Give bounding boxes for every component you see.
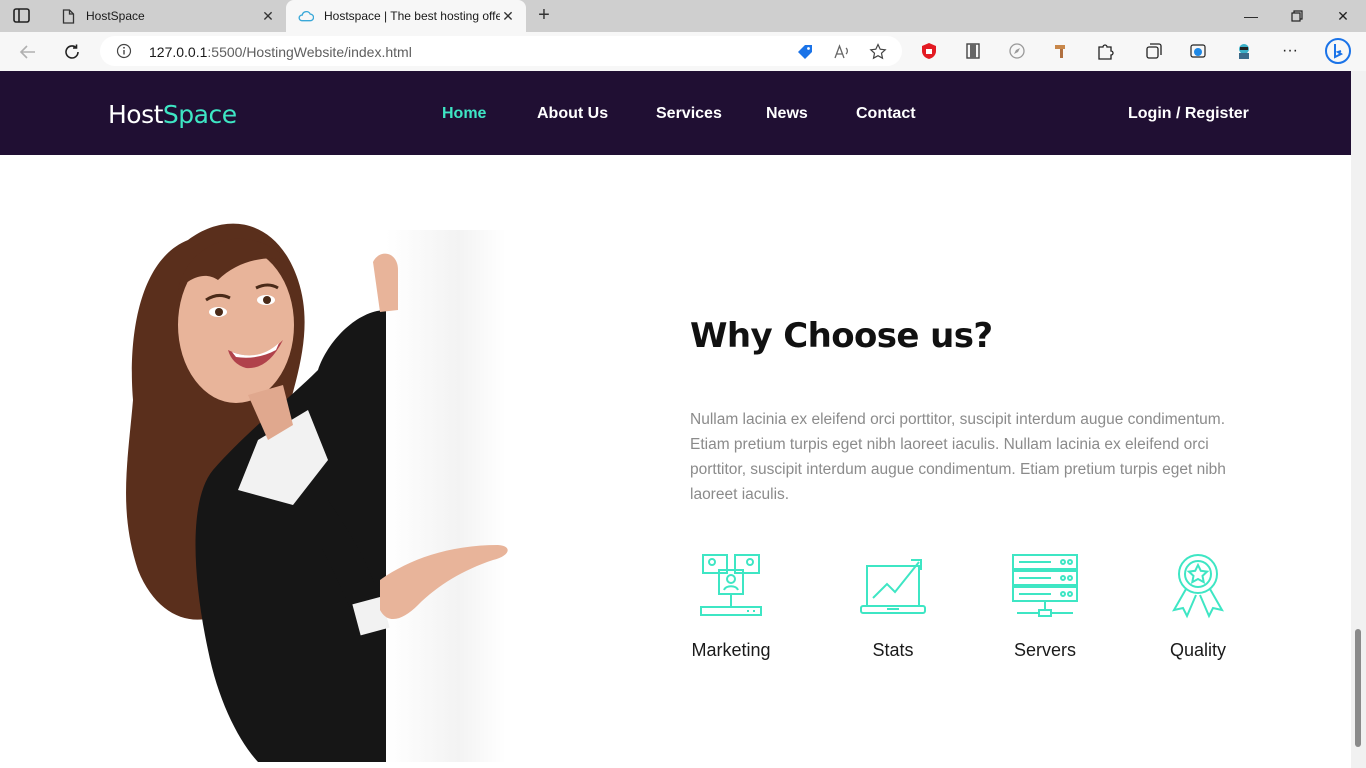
extensions-puzzle-icon[interactable] bbox=[1095, 41, 1115, 61]
section-paragraph: Nullam lacinia ex eleifend orci porttito… bbox=[690, 411, 1226, 503]
page-icon bbox=[60, 8, 76, 24]
stats-icon bbox=[860, 559, 926, 614]
login-register-link[interactable]: Login / Register bbox=[1128, 105, 1249, 123]
browser-tab-bar: HostSpace ✕ Hostspace | The best hosting… bbox=[0, 0, 1366, 32]
feature-stats: Stats bbox=[838, 552, 948, 661]
favorites-add-icon[interactable] bbox=[869, 43, 887, 61]
feature-quality: Quality bbox=[1143, 552, 1253, 661]
feature-label: Servers bbox=[1013, 640, 1076, 660]
tab-actions-icon[interactable] bbox=[12, 7, 32, 25]
tab-title: Hostspace | The best hosting offe bbox=[324, 9, 500, 23]
feature-label: Quality bbox=[1169, 640, 1227, 660]
site-navbar: HostSpace Home About Us Services News Co… bbox=[0, 71, 1351, 155]
bing-copilot-icon[interactable] bbox=[1324, 37, 1352, 65]
tab-title: HostSpace bbox=[86, 9, 145, 23]
site-logo[interactable]: HostSpace bbox=[108, 100, 237, 129]
page-scrollbar[interactable] bbox=[1351, 71, 1366, 768]
url-text: 127.0.0.1:5500/HostingWebsite/index.html bbox=[149, 44, 412, 60]
more-menu-icon[interactable]: ··· bbox=[1280, 41, 1300, 61]
feature-label: Stats bbox=[872, 640, 914, 660]
edge-ie-mode-icon[interactable] bbox=[1188, 41, 1208, 61]
nav-news[interactable]: News bbox=[766, 105, 808, 123]
nav-home[interactable]: Home bbox=[442, 105, 486, 123]
avatar-extension-icon[interactable] bbox=[1234, 41, 1254, 61]
marketing-icon bbox=[700, 554, 762, 616]
cloud-icon bbox=[298, 8, 314, 24]
minimize-icon[interactable]: — bbox=[1228, 0, 1274, 32]
feature-label: Marketing bbox=[691, 640, 771, 660]
close-tab-icon[interactable]: ✕ bbox=[500, 8, 516, 24]
feature-marketing: Marketing bbox=[676, 552, 786, 661]
nav-services[interactable]: Services bbox=[656, 105, 722, 123]
close-window-icon[interactable]: ✕ bbox=[1320, 0, 1366, 32]
extension-icon[interactable] bbox=[963, 41, 983, 61]
nav-contact[interactable]: Contact bbox=[856, 105, 916, 123]
nav-about-us[interactable]: About Us bbox=[537, 105, 608, 123]
back-icon[interactable] bbox=[17, 41, 39, 63]
feature-servers: Servers bbox=[990, 552, 1100, 661]
hero-woman-image bbox=[126, 223, 508, 762]
collections-icon[interactable] bbox=[1144, 41, 1164, 61]
tab-hostspace-active[interactable]: Hostspace | The best hosting offe ✕ bbox=[286, 0, 526, 32]
address-toolbar: 127.0.0.1:5500/HostingWebsite/index.html… bbox=[0, 32, 1366, 71]
shield-icon[interactable] bbox=[919, 41, 939, 61]
coupon-tag-icon[interactable] bbox=[796, 43, 814, 61]
refresh-icon[interactable] bbox=[61, 41, 83, 63]
servers-icon bbox=[1012, 554, 1078, 617]
tab-hostspace[interactable]: HostSpace ✕ bbox=[48, 0, 286, 32]
restore-icon[interactable] bbox=[1274, 0, 1320, 32]
compass-icon[interactable] bbox=[1007, 41, 1027, 61]
info-icon[interactable] bbox=[116, 43, 132, 59]
read-aloud-icon[interactable] bbox=[833, 43, 851, 61]
scroll-thumb[interactable] bbox=[1355, 629, 1361, 747]
eyedropper-icon[interactable] bbox=[1051, 41, 1071, 61]
new-tab-icon[interactable]: + bbox=[534, 5, 554, 26]
quality-icon bbox=[1172, 554, 1224, 619]
section-heading: Why Choose us? bbox=[690, 316, 993, 356]
close-tab-icon[interactable]: ✕ bbox=[260, 8, 276, 24]
url-bar[interactable]: 127.0.0.1:5500/HostingWebsite/index.html bbox=[100, 36, 902, 66]
